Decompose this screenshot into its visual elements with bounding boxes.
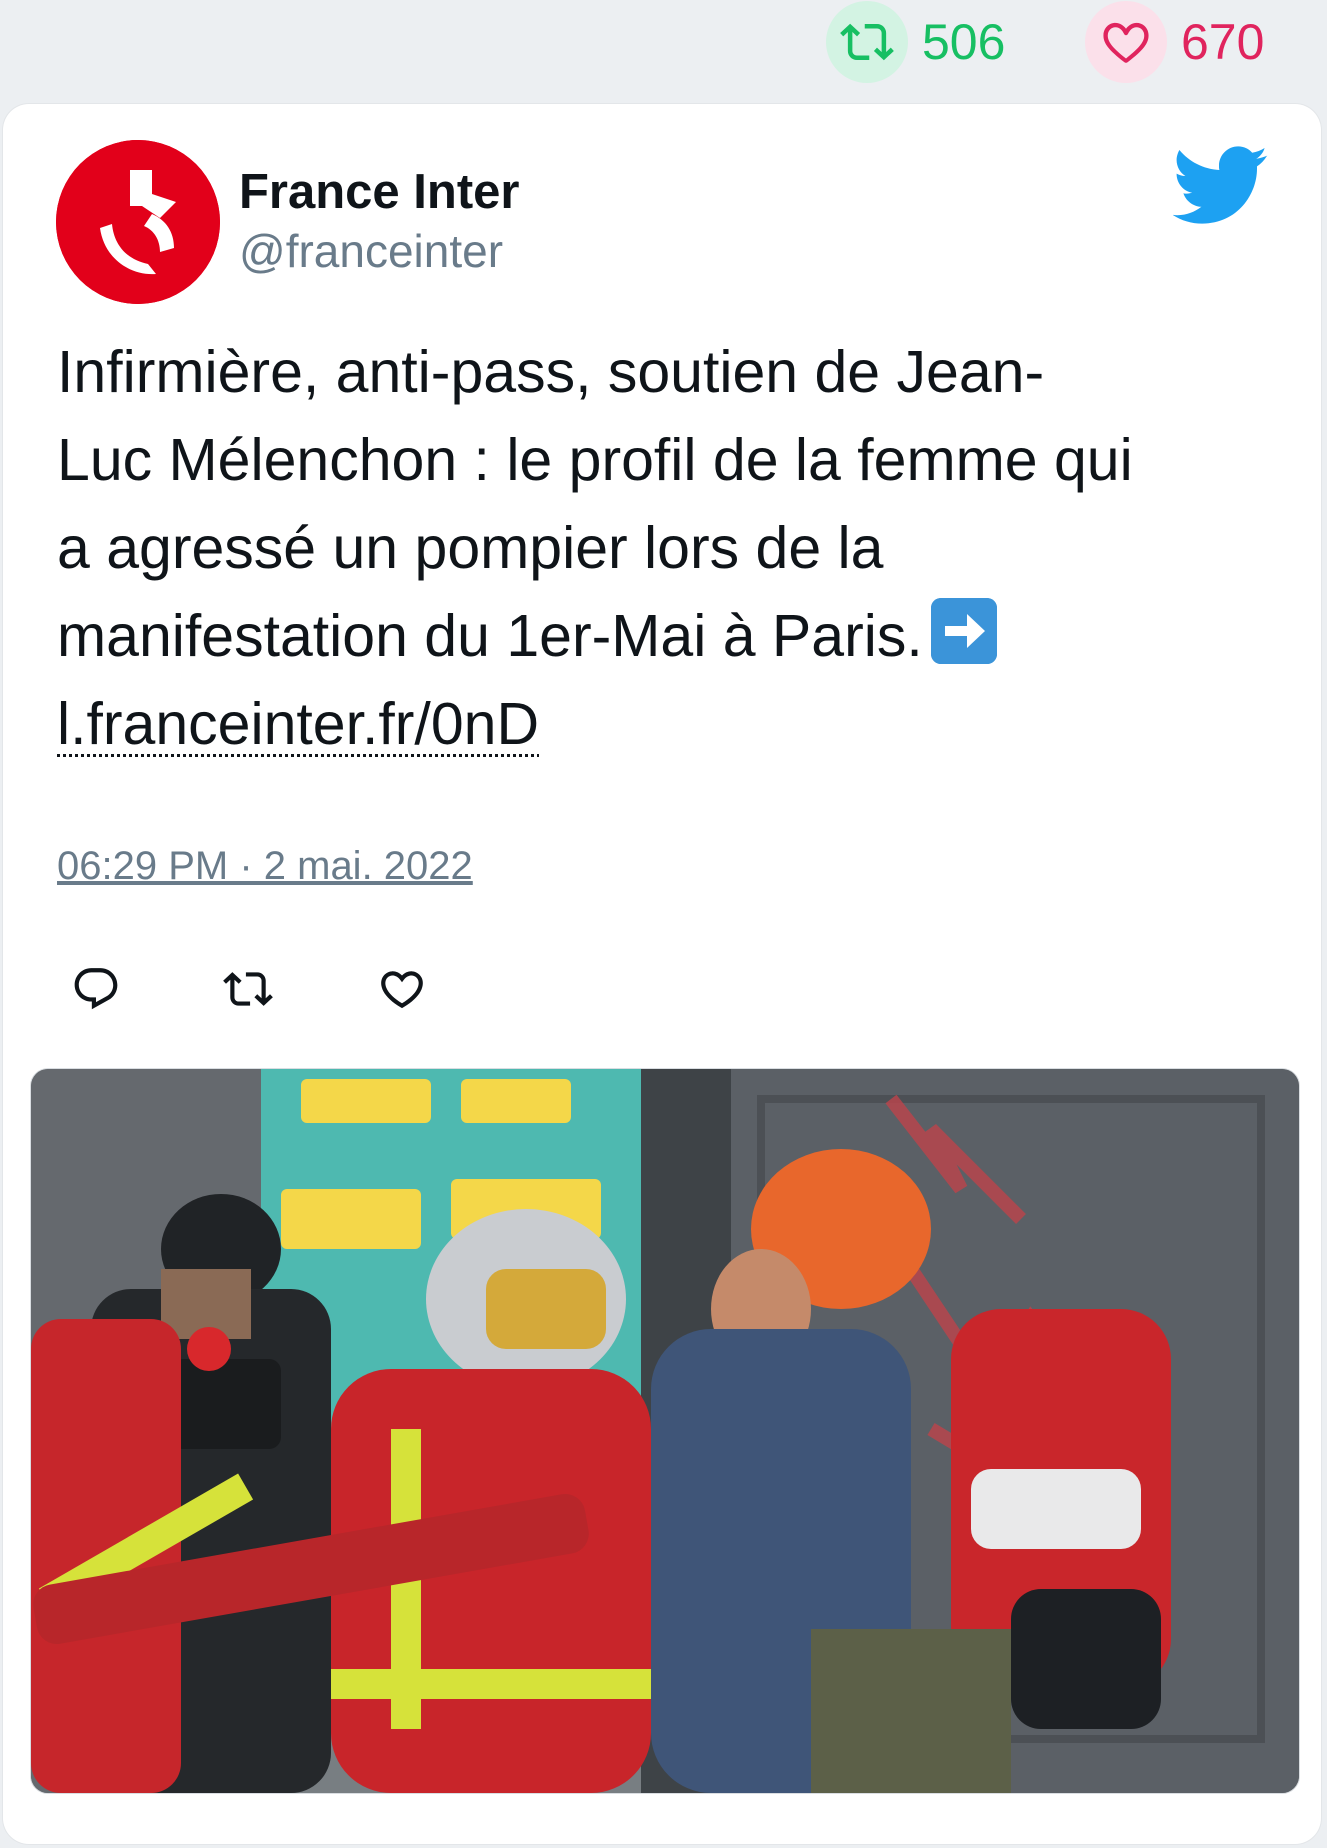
like-count-badge[interactable]: 670 bbox=[1085, 1, 1265, 83]
tweet-link[interactable]: l.franceinter.fr/0nD bbox=[57, 691, 539, 757]
like-count: 670 bbox=[1181, 14, 1265, 70]
heart-icon[interactable] bbox=[377, 964, 427, 1019]
author-name[interactable]: France Inter bbox=[239, 164, 519, 220]
tweet-text-line: manifestation du 1er-Mai à Paris. bbox=[57, 592, 1287, 680]
retweet-icon bbox=[826, 1, 908, 83]
engagement-bar: 506 670 bbox=[0, 0, 1327, 100]
right-arrow-emoji-icon bbox=[930, 598, 997, 664]
retweet-icon[interactable] bbox=[223, 964, 273, 1019]
author-handle[interactable]: @franceinter bbox=[239, 224, 503, 278]
tweet-card: France Inter @franceinter Infirmière, an… bbox=[3, 104, 1321, 1844]
tweet-text-line: a agressé un pompier lors de la bbox=[57, 515, 884, 581]
retweet-count-badge[interactable]: 506 bbox=[826, 1, 1006, 83]
avatar[interactable] bbox=[56, 140, 220, 304]
tweet-text-line: Infirmière, anti-pass, soutien de Jean- bbox=[57, 339, 1045, 405]
retweet-count: 506 bbox=[922, 14, 1006, 70]
tweet-text-line-content: manifestation du 1er-Mai à Paris. bbox=[57, 603, 923, 669]
tweet-photo[interactable] bbox=[30, 1068, 1300, 1794]
tweet-timestamp[interactable]: 06:29 PM · 2 mai. 2022 bbox=[57, 844, 473, 889]
twitter-bird-icon[interactable] bbox=[1172, 146, 1269, 231]
france-inter-logo bbox=[56, 140, 220, 304]
tweet-text-line: Luc Mélenchon : le profil de la femme qu… bbox=[57, 427, 1133, 493]
protest-photo-illustration bbox=[31, 1069, 1299, 1793]
reply-icon[interactable] bbox=[71, 964, 121, 1019]
heart-icon bbox=[1085, 1, 1167, 83]
tweet-text: Infirmière, anti-pass, soutien de Jean- … bbox=[57, 328, 1287, 768]
tweet-link-line: l.franceinter.fr/0nD bbox=[57, 680, 1287, 768]
